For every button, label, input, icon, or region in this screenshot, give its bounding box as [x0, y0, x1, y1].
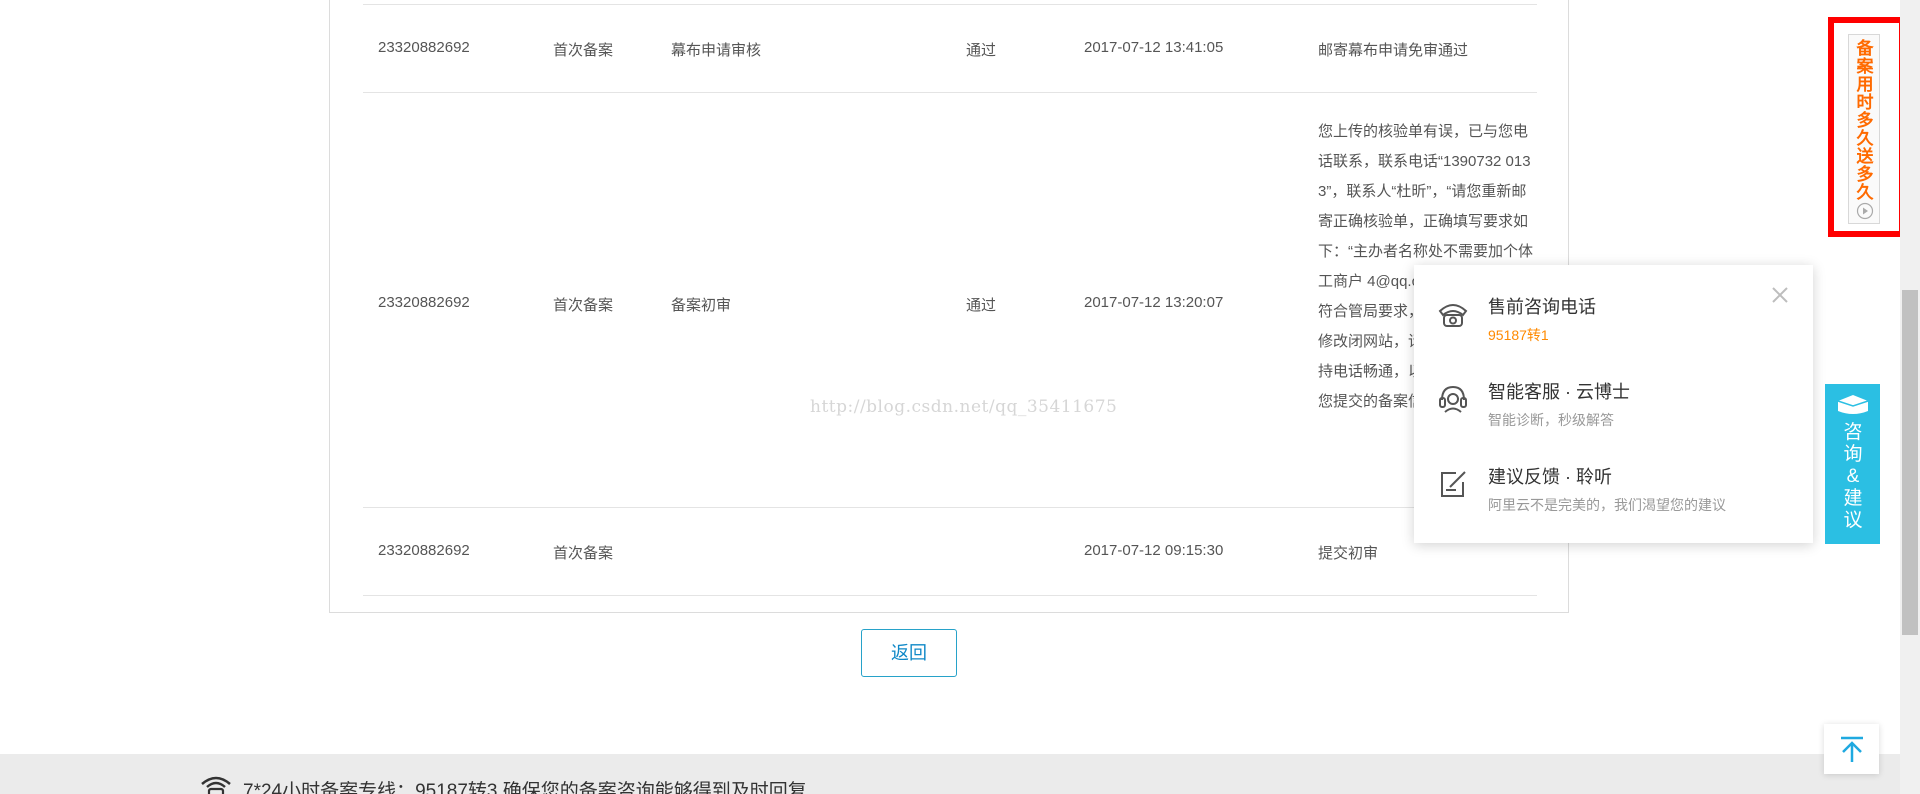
record-id: 23320882692	[378, 542, 470, 559]
service-item-subtitle: 智能诊断，秒级解答	[1488, 412, 1614, 428]
consult-tab-label: 咨询&建议	[1843, 422, 1863, 531]
record-status: 通过	[966, 42, 997, 59]
headset-icon	[1439, 385, 1467, 413]
scrollbar-thumb[interactable]	[1902, 290, 1918, 635]
service-popup: 售前咨询电话 95187转1 智能客服 · 云博士 智能诊断，秒级解答 建议反馈…	[1414, 265, 1813, 543]
back-button[interactable]: 返回	[861, 629, 957, 677]
table-row: 23320882692 首次备案 幕布申请审核 通过 2017-07-12 13…	[363, 4, 1537, 93]
page: 23320882692 首次备案 幕布申请审核 通过 2017-07-12 13…	[0, 0, 1920, 794]
back-to-top-button[interactable]	[1824, 724, 1879, 774]
service-item-subtitle: 阿里云不是完美的，我们渴望您的建议	[1488, 497, 1726, 513]
table-row: 23320882692 首次备案 备案初审 通过 2017-07-12 13:2…	[363, 93, 1537, 508]
smart-support-item[interactable]: 智能客服 · 云博士 智能诊断，秒级解答	[1414, 376, 1813, 436]
promo-tab-label: 备案用时多久送多久	[1856, 39, 1874, 202]
record-time: 2017-07-12 13:20:07	[1084, 294, 1224, 311]
feedback-item[interactable]: 建议反馈 · 聆听 阿里云不是完美的，我们渴望您的建议	[1414, 461, 1813, 521]
record-panel: 23320882692 首次备案 幕布申请审核 通过 2017-07-12 13…	[329, 0, 1569, 613]
record-type: 首次备案	[553, 545, 614, 562]
record-note: 提交初审	[1318, 545, 1379, 562]
record-stage: 幕布申请审核	[671, 42, 762, 59]
chat-icon	[1837, 395, 1869, 414]
record-time: 2017-07-12 13:41:05	[1084, 39, 1224, 56]
record-stage: 备案初审	[671, 297, 732, 314]
consult-tab[interactable]: 咨询&建议	[1825, 384, 1880, 544]
hotline-icon	[201, 776, 231, 794]
arrow-up-icon	[1841, 736, 1863, 762]
table-row: 23320882692 首次备案 2017-07-12 09:15:30 提交初…	[363, 508, 1537, 596]
record-note: 邮寄幕布申请免审通过	[1318, 42, 1469, 59]
record-status: 通过	[966, 297, 997, 314]
promo-tab[interactable]: 备案用时多久送多久	[1828, 17, 1905, 237]
phone-icon	[1438, 304, 1468, 327]
presales-phone-item[interactable]: 售前咨询电话 95187转1	[1414, 291, 1813, 351]
record-id: 23320882692	[378, 294, 470, 311]
service-item-title: 智能客服 · 云博士	[1488, 382, 1630, 402]
record-id: 23320882692	[378, 39, 470, 56]
presales-phone-number: 95187转1	[1488, 327, 1549, 343]
service-item-title: 售前咨询电话	[1488, 297, 1596, 317]
service-item-title: 建议反馈 · 聆听	[1488, 467, 1612, 487]
record-table: 23320882692 首次备案 幕布申请审核 通过 2017-07-12 13…	[363, 4, 1537, 596]
record-time: 2017-07-12 09:15:30	[1084, 542, 1224, 559]
promo-tab-inner: 备案用时多久送多久	[1848, 34, 1880, 224]
record-type: 首次备案	[553, 297, 614, 314]
edit-icon	[1441, 471, 1466, 497]
play-icon	[1856, 202, 1874, 220]
watermark: http://blog.csdn.net/qq_35411675	[810, 397, 1118, 417]
footer-hotline-text: 7*24小时备案专线：95187转3 确保您的备案咨询能够得到及时回复	[243, 781, 807, 794]
record-type: 首次备案	[553, 42, 614, 59]
